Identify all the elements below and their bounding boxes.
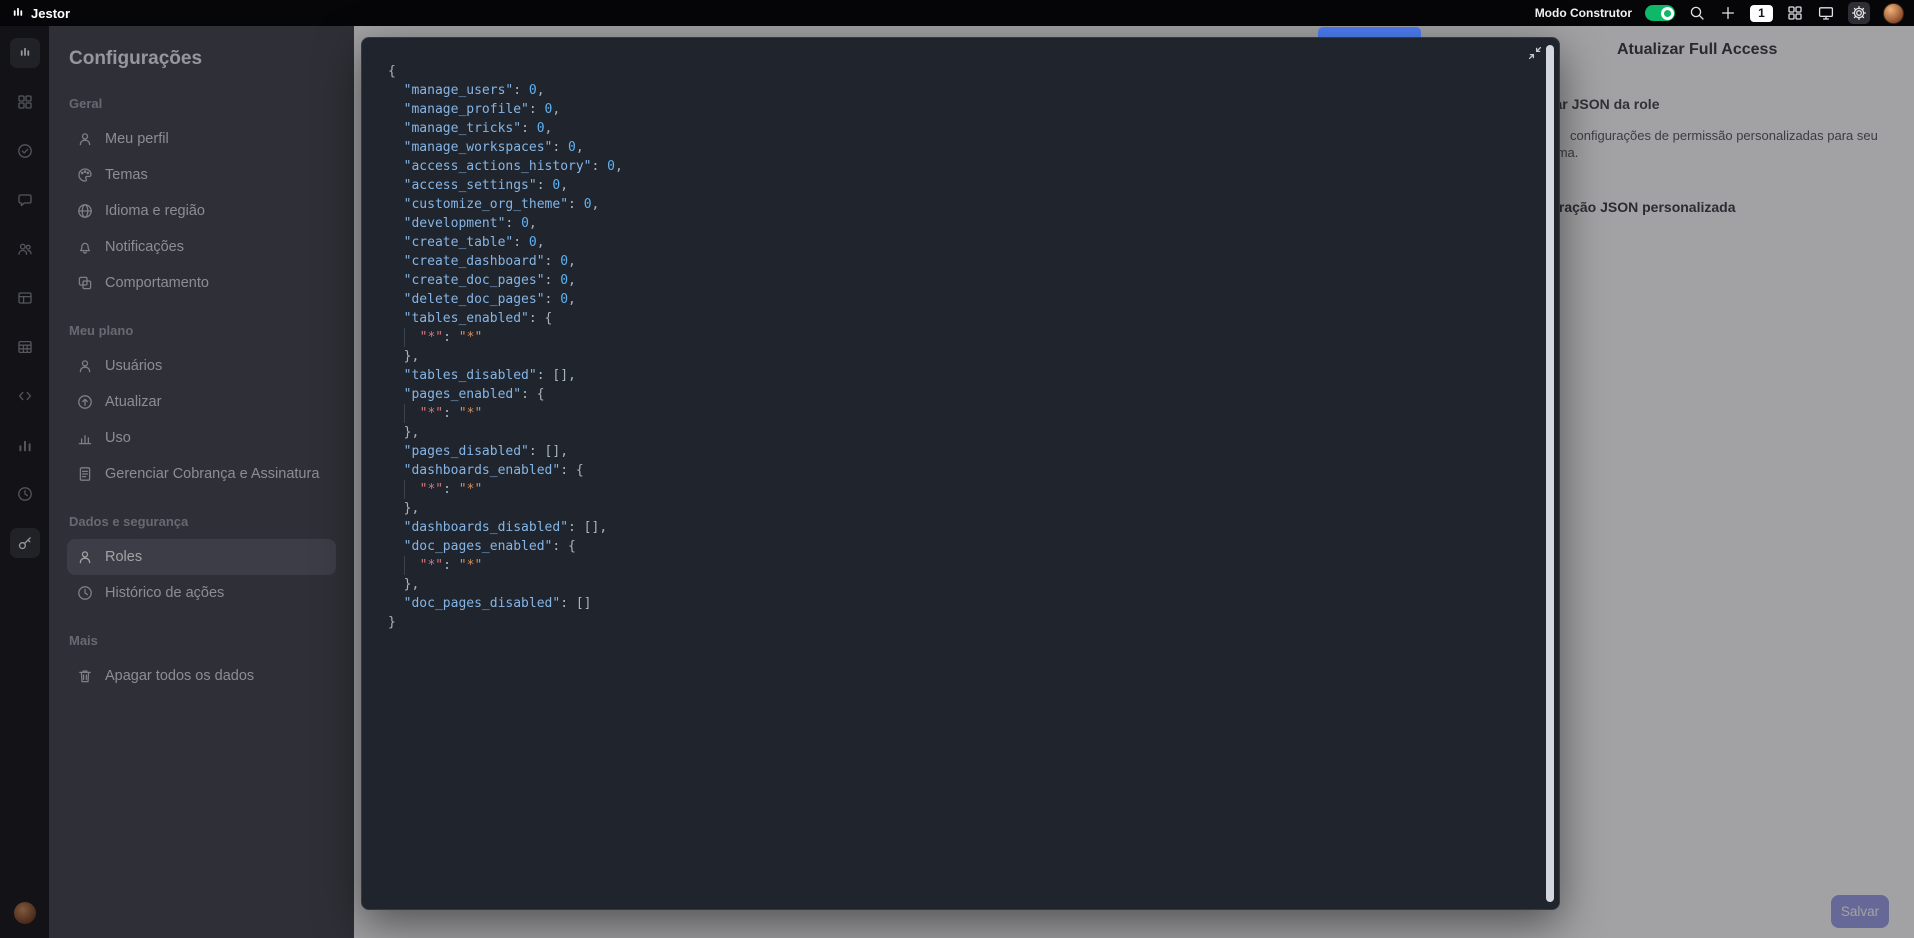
code-line: "*": "*" (388, 480, 1527, 499)
code-line: "*": "*" (388, 328, 1527, 347)
code-line: "create_table": 0, (403, 235, 545, 250)
jestor-logo-icon (10, 5, 26, 21)
brand[interactable]: Jestor (10, 5, 70, 21)
code-line: }, (388, 425, 420, 440)
code-line: { (388, 64, 396, 79)
code-line: "manage_workspaces": 0, (403, 140, 584, 155)
plus-icon[interactable] (1719, 4, 1737, 22)
json-editor-modal: { "manage_users": 0, "manage_profile": 0… (361, 37, 1560, 910)
code-line: }, (388, 349, 420, 364)
code-line: "create_doc_pages": 0, (403, 273, 576, 288)
code-line: "doc_pages_enabled": { (403, 539, 576, 554)
builder-mode-label: Modo Construtor (1534, 6, 1632, 20)
topbar: Jestor Modo Construtor 1 (0, 0, 1914, 26)
gear-icon[interactable] (1848, 2, 1870, 24)
code-line: } (388, 615, 396, 630)
code-line: "customize_org_theme": 0, (403, 197, 600, 212)
display-icon[interactable] (1817, 4, 1835, 22)
code-line: "access_settings": 0, (403, 178, 569, 193)
code-line: "dashboards_disabled": [], (403, 520, 608, 535)
code-line: "tables_enabled": { (403, 311, 553, 326)
search-icon[interactable] (1688, 4, 1706, 22)
collapse-editor-icon[interactable] (1527, 45, 1543, 61)
code-line: "manage_tricks": 0, (403, 121, 553, 136)
code-line: "doc_pages_disabled": [] (403, 596, 592, 611)
apps-grid-icon[interactable] (1786, 4, 1804, 22)
code-line: "tables_disabled": [], (403, 368, 576, 383)
editor-scrollbar[interactable] (1546, 45, 1554, 902)
code-line: "manage_profile": 0, (403, 102, 561, 117)
brand-name: Jestor (31, 5, 71, 21)
code-line: "delete_doc_pages": 0, (403, 292, 576, 307)
code-line: "pages_disabled": [], (403, 444, 569, 459)
code-line: "manage_users": 0, (403, 83, 545, 98)
code-line: "dashboards_enabled": { (403, 463, 584, 478)
code-line: "development": 0, (403, 216, 537, 231)
code-line: "*": "*" (388, 404, 1527, 423)
code-line: "access_actions_history": 0, (403, 159, 623, 174)
user-avatar[interactable] (1883, 2, 1904, 24)
code-line: "create_dashboard": 0, (403, 254, 576, 269)
code-line: "pages_enabled": { (403, 387, 545, 402)
code-line: }, (388, 577, 420, 592)
json-code-editor[interactable]: { "manage_users": 0, "manage_profile": 0… (388, 62, 1527, 899)
topbar-actions: Modo Construtor 1 (1535, 2, 1904, 24)
toggle-knob (1660, 6, 1674, 20)
notification-count-badge[interactable]: 1 (1750, 4, 1773, 22)
code-line: }, (388, 501, 420, 516)
builder-mode-toggle[interactable] (1645, 5, 1675, 21)
code-line: "*": "*" (388, 556, 1527, 575)
